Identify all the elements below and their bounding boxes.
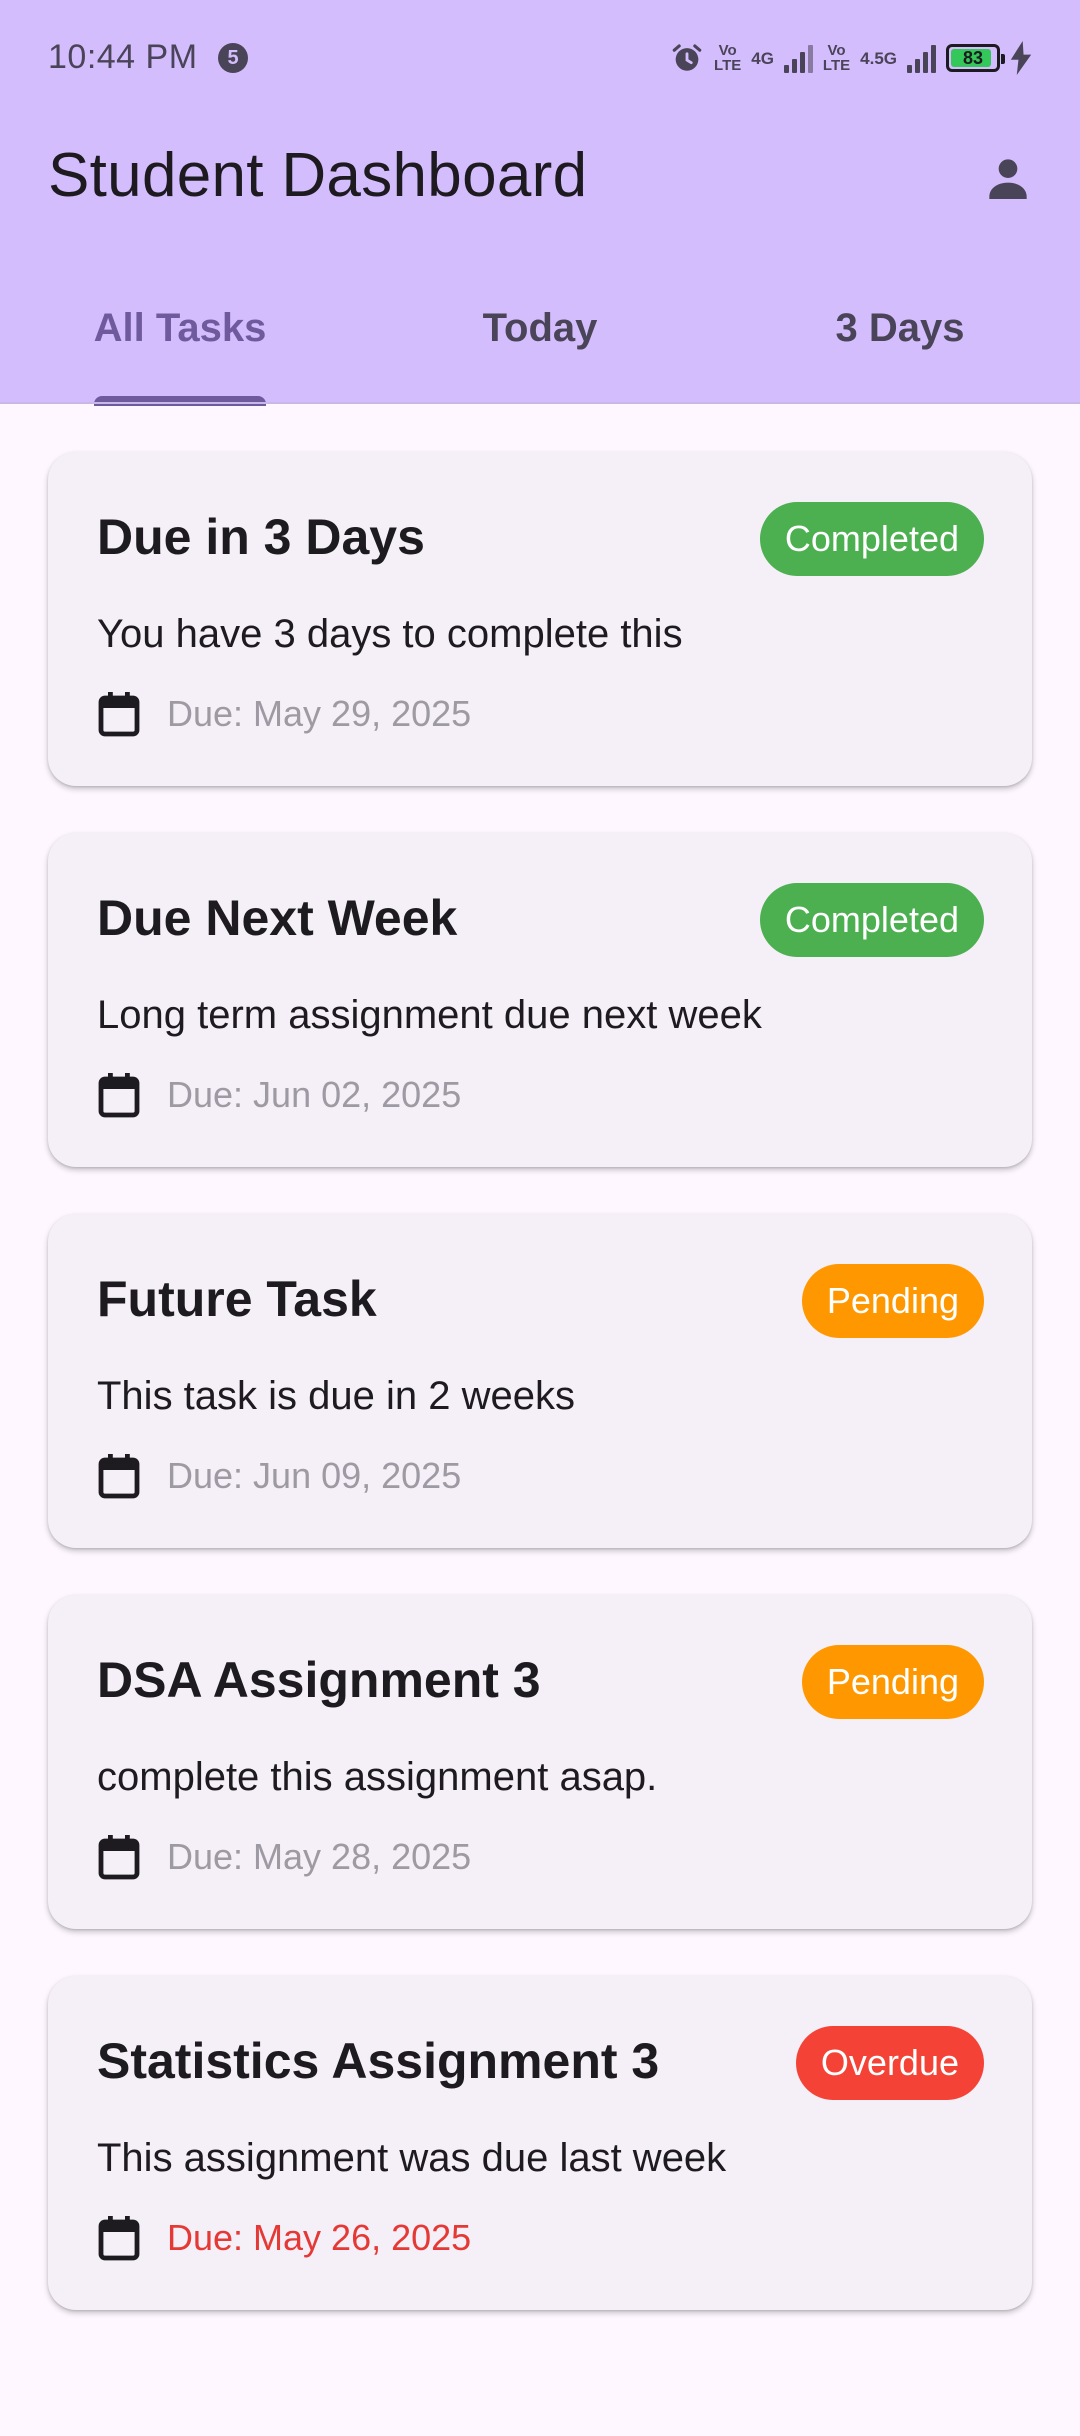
task-description: You have 3 days to complete this — [97, 612, 683, 656]
task-title: Due Next Week — [97, 890, 458, 946]
battery-icon: 83 — [946, 44, 1005, 72]
task-title: DSA Assignment 3 — [97, 1652, 541, 1708]
status-badge: Completed — [759, 883, 984, 957]
task-description: This assignment was due last week — [97, 2136, 727, 2180]
tab-today[interactable]: Today — [360, 290, 720, 404]
task-description: This task is due in 2 weeks — [97, 1374, 575, 1418]
volte-2-top: Vo — [827, 42, 846, 59]
task-card[interactable]: Due Next Week Completed Long term assign… — [48, 833, 1032, 1167]
status-badge: Pending — [801, 1264, 984, 1338]
tab-bar: All Tasks Today 3 Days — [0, 290, 1080, 406]
network-type-1: 4G — [751, 48, 774, 68]
due-date: Due: May 26, 2025 — [167, 2217, 472, 2258]
battery-level: 83 — [962, 47, 984, 68]
calendar-icon — [98, 1454, 140, 1499]
task-due-row: Due: May 28, 2025 — [97, 1832, 471, 1882]
task-card[interactable]: DSA Assignment 3 Pending complete this a… — [48, 1595, 1032, 1929]
status-badge: Pending — [801, 1645, 984, 1719]
task-title: Future Task — [97, 1271, 377, 1327]
signal-icon — [907, 43, 936, 73]
task-title: Statistics Assignment 3 — [97, 2033, 660, 2089]
task-due-row: Due: May 29, 2025 — [97, 689, 471, 739]
status-bar: 10:44 PM 5 Vo LTE 4G Vo LTE 4.5G 83 — [0, 0, 1080, 118]
tab-divider — [0, 402, 1080, 404]
network-type-1-label: 4G — [751, 48, 774, 68]
task-due-row: Due: May 26, 2025 — [97, 2213, 471, 2263]
task-card[interactable]: Due in 3 Days Completed You have 3 days … — [48, 452, 1032, 786]
alarm-icon — [672, 44, 702, 71]
task-description: Long term assignment due next week — [97, 993, 762, 1037]
tab-label: 3 Days — [835, 306, 965, 350]
tab-all-tasks[interactable]: All Tasks — [0, 290, 360, 404]
task-title: Due in 3 Days — [97, 509, 425, 565]
task-due-row: Due: Jun 09, 2025 — [97, 1451, 461, 1501]
due-date: Due: May 29, 2025 — [167, 693, 472, 734]
active-tab-indicator — [94, 396, 266, 406]
due-date: Due: Jun 09, 2025 — [167, 1455, 462, 1496]
tab-label: All Tasks — [93, 306, 267, 350]
calendar-icon — [98, 1073, 140, 1118]
network-type-2: 4.5G — [860, 48, 897, 68]
calendar-icon — [98, 2216, 140, 2261]
task-list: Due in 3 Days Completed You have 3 days … — [48, 452, 1032, 2357]
task-due-row: Due: Jun 02, 2025 — [97, 1070, 461, 1120]
page-title: Student Dashboard — [48, 141, 588, 210]
notification-count-badge: 5 — [218, 43, 248, 73]
task-card[interactable]: Statistics Assignment 3 Overdue This ass… — [48, 1976, 1032, 2310]
top-app-bar: 10:44 PM 5 Vo LTE 4G Vo LTE 4.5G 83 Stud… — [0, 0, 1080, 406]
charging-icon — [1010, 41, 1032, 75]
volte-1-bottom: LTE — [714, 57, 742, 74]
volte-2-label: Vo LTE — [823, 43, 850, 73]
tab-3-days[interactable]: 3 Days — [720, 290, 1080, 404]
due-date: Due: May 28, 2025 — [167, 1836, 472, 1877]
volte-2-bottom: LTE — [822, 57, 851, 74]
signal-icon — [783, 43, 813, 73]
person-icon — [989, 159, 1027, 199]
due-date: Due: Jun 02, 2025 — [167, 1074, 462, 1115]
task-description: complete this assignment asap. — [97, 1755, 658, 1799]
volte-1-top: Vo — [718, 42, 737, 59]
status-badge: Completed — [759, 502, 984, 576]
status-time: 10:44 PM — [48, 38, 198, 76]
task-card[interactable]: Future Task Pending This task is due in … — [48, 1214, 1032, 1548]
status-icons: Vo LTE 4G Vo LTE 4.5G 83 — [670, 36, 1032, 80]
status-badge: Overdue — [795, 2026, 984, 2100]
network-type-2-label: 4.5G — [860, 48, 897, 68]
calendar-icon — [98, 692, 140, 737]
volte-1-label: Vo LTE — [714, 43, 741, 73]
calendar-icon — [98, 1835, 140, 1880]
tab-label: Today — [482, 306, 598, 350]
profile-button[interactable] — [976, 146, 1040, 210]
